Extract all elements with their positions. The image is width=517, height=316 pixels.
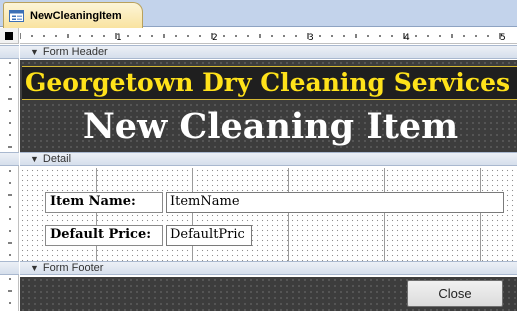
section-arrow-icon: ▼ (30, 263, 39, 273)
form-footer-bar[interactable]: ▼ Form Footer (20, 261, 517, 275)
document-tab-strip: NewCleaningItem (0, 0, 517, 28)
grid-line (480, 168, 481, 261)
ruler-number-5: 5 (500, 33, 506, 43)
close-button[interactable]: Close (407, 280, 503, 307)
footer-section-selector[interactable] (0, 261, 19, 275)
ruler-ticks (20, 33, 501, 39)
header-title-label[interactable]: Georgetown Dry Cleaning Services (22, 66, 517, 100)
form-icon (9, 9, 24, 22)
ruler-number-4: 4 (404, 33, 410, 43)
default-price-field[interactable]: DefaultPric (166, 225, 252, 246)
section-arrow-icon: ▼ (30, 154, 39, 164)
detail-section[interactable] (20, 168, 517, 261)
form-header-bar[interactable]: ▼ Form Header (20, 45, 517, 59)
grid-line (192, 168, 193, 261)
detail-section-selector[interactable] (0, 152, 19, 166)
ruler-number-2: 2 (212, 33, 218, 43)
horizontal-ruler[interactable]: 1 2 3 4 5 (20, 28, 517, 44)
header-subtitle-label[interactable]: New Cleaning Item (24, 102, 517, 152)
form-footer-label: Form Footer (42, 262, 104, 274)
form-header-label: Form Header (42, 46, 108, 58)
detail-label: Detail (42, 153, 72, 165)
item-name-field[interactable]: ItemName (166, 192, 504, 213)
ruler-number-1: 1 (116, 33, 122, 43)
item-name-label[interactable]: Item Name: (45, 192, 163, 213)
grid-line (96, 168, 97, 261)
grid-line (288, 168, 289, 261)
ruler-number-3: 3 (308, 33, 314, 43)
form-selector-button[interactable] (0, 28, 19, 44)
header-section-selector[interactable] (0, 45, 19, 59)
section-arrow-icon: ▼ (30, 47, 39, 57)
tab-new-cleaning-item[interactable]: NewCleaningItem (3, 2, 143, 28)
default-price-label[interactable]: Default Price: (45, 225, 163, 246)
tab-label: NewCleaningItem (30, 9, 122, 22)
detail-bar[interactable]: ▼ Detail (20, 152, 517, 166)
grid-line (384, 168, 385, 261)
